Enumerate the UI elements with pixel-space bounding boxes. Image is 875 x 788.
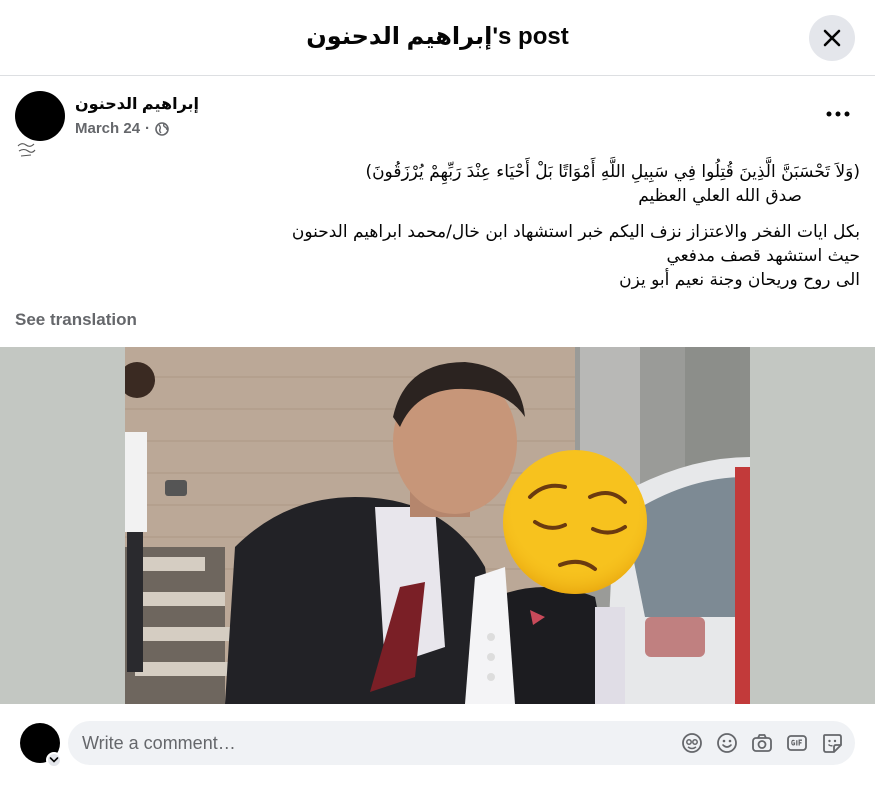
body-line: بكل ايات الفخر والاعتزاز نزف اليكم خبر ا… <box>291 222 860 242</box>
see-translation-link[interactable]: See translation <box>15 310 137 330</box>
emoji-button[interactable] <box>716 732 738 754</box>
emoji-icon <box>717 733 737 753</box>
verse-block: (وَلاَ تَحْسَبَنَّ الَّذِينَ قُتِلُوا فِ… <box>240 160 860 208</box>
meta-separator: · <box>145 120 151 137</box>
globe-icon <box>155 121 169 136</box>
body-line: الى روح وريحان وجنة نعيم أبو يزن <box>619 270 860 290</box>
comment-input-container[interactable] <box>68 721 855 765</box>
body-line: حيث استشهد قصف مدفعي <box>666 246 860 266</box>
post-photo[interactable] <box>125 347 750 704</box>
post-photo-container[interactable] <box>0 347 875 704</box>
comment-composer <box>0 704 875 788</box>
post-date[interactable]: March 24 <box>75 120 140 137</box>
announcement-block: بكل ايات الفخر والاعتزاز نزف اليكم خبر ا… <box>240 220 860 292</box>
gif-button[interactable] <box>786 732 808 754</box>
avatar-sticker-icon <box>682 733 702 753</box>
comment-input[interactable] <box>82 721 642 765</box>
camera-button[interactable] <box>751 732 773 754</box>
profile-switch-button[interactable] <box>46 752 62 768</box>
more-options-button[interactable] <box>818 96 858 132</box>
post-body: (وَلاَ تَحْسَبَنَّ الَّذِينَ قُتِلُوا فِ… <box>240 160 860 304</box>
sticker-button[interactable] <box>821 732 843 754</box>
sticker-icon <box>823 734 842 753</box>
post-meta: March 24 · <box>75 120 169 137</box>
calligraphy-mark-icon <box>17 143 36 157</box>
close-icon <box>823 29 841 47</box>
chevron-down-icon <box>49 757 59 763</box>
gif-icon <box>787 735 807 751</box>
verse-attribution: صدق الله العلي العظيم <box>638 186 802 206</box>
author-name[interactable]: إبراهيم الدحنون <box>75 94 199 114</box>
camera-icon <box>752 734 772 752</box>
close-button[interactable] <box>809 15 855 61</box>
post-dialog-header: إبراهيم الدحنون's post <box>0 0 875 76</box>
avatar-sticker-button[interactable] <box>681 732 703 754</box>
verse-line: (وَلاَ تَحْسَبَنَّ الَّذِينَ قُتِلُوا فِ… <box>365 162 860 182</box>
author-avatar[interactable] <box>15 91 65 141</box>
more-options-icon <box>826 111 850 117</box>
dialog-title: إبراهيم الدحنون's post <box>306 23 569 50</box>
